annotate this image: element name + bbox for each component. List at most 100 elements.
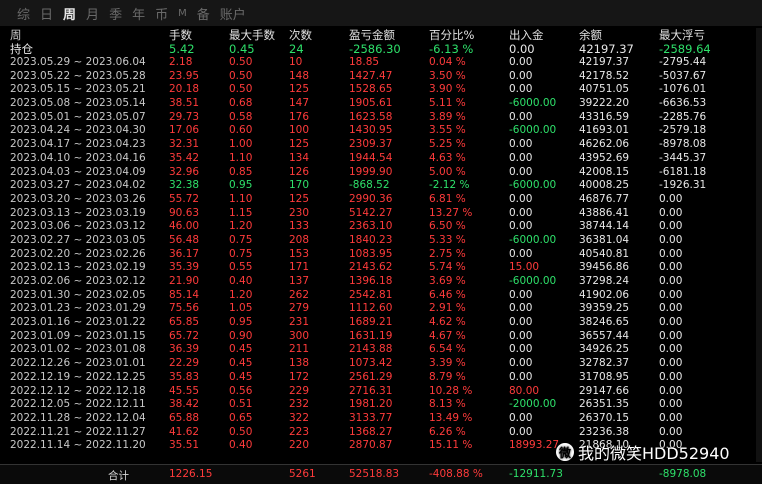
cell-count: 153 [289, 247, 310, 260]
cell-pnl: 1631.19 [349, 329, 393, 342]
cell-max-lots: 1.20 [229, 288, 253, 301]
tab-3[interactable]: 月 [86, 4, 99, 23]
table-row[interactable]: 2023.01.09 ~ 2023.01.15 65.72 0.90 300 1631.… [0, 330, 762, 344]
cell-pnl: 1981.20 [349, 398, 393, 411]
cell-max-lots: 0.95 [229, 179, 253, 192]
cell-percent: 4.67 % [429, 329, 466, 342]
header-lots[interactable]: 手数 [169, 28, 192, 42]
table-row[interactable]: 2023.04.24 ~ 2023.04.30 17.06 0.60 100 1430.… [0, 124, 762, 138]
total-count: 5261 [289, 468, 316, 480]
table-row[interactable]: 2023.04.17 ~ 2023.04.23 32.31 1.00 125 2309.… [0, 138, 762, 152]
cell-pnl: 2143.88 [349, 343, 393, 356]
cell-percent: 13.49 % [429, 411, 473, 424]
table-row[interactable]: 2023.03.06 ~ 2023.03.12 46.00 1.20 133 2363.… [0, 220, 762, 234]
cell-deposit-withdrawal: 0.00 [509, 329, 533, 342]
table-row[interactable]: 2023.01.23 ~ 2023.01.29 75.56 1.05 279 1112.… [0, 302, 762, 316]
header-pnl[interactable]: 盈亏金额 [349, 28, 395, 42]
cell-deposit-withdrawal: 0.00 [509, 69, 533, 82]
tab-8[interactable]: 备 [197, 4, 210, 23]
table-row[interactable]: 2023.04.03 ~ 2023.04.09 32.96 0.85 126 1999.… [0, 166, 762, 180]
table-row[interactable]: 2023.01.02 ~ 2023.01.08 36.39 0.45 211 2143.… [0, 343, 762, 357]
cell-max-floating-loss: -3445.37 [659, 151, 707, 164]
holding-pnl: -2586.30 [349, 42, 401, 56]
cell-percent: 2.91 % [429, 302, 466, 315]
cell-max-floating-loss: -1926.31 [659, 179, 707, 192]
cell-max-floating-loss: 0.00 [659, 275, 683, 287]
holding-count: 24 [289, 42, 304, 56]
cell-max-lots: 0.58 [229, 110, 253, 123]
cell-max-lots: 0.45 [229, 343, 253, 356]
cell-pnl: 1396.18 [349, 275, 393, 287]
cell-balance: 41693.01 [579, 124, 630, 137]
table-row[interactable]: 2023.03.27 ~ 2023.04.02 32.38 0.95 170 -868.… [0, 179, 762, 193]
cell-max-floating-loss: -8978.08 [659, 138, 707, 151]
table-row[interactable]: 2023.01.30 ~ 2023.02.05 85.14 1.20 262 2542.… [0, 289, 762, 303]
table-row[interactable]: 2023.05.08 ~ 2023.05.14 38.51 0.68 147 1905.… [0, 97, 762, 111]
table-row[interactable]: 2023.05.01 ~ 2023.05.07 29.73 0.58 176 1623.… [0, 111, 762, 125]
table-row[interactable]: 2023.03.13 ~ 2023.03.19 90.63 1.15 230 5142.… [0, 207, 762, 221]
cell-pnl: 1623.58 [349, 110, 393, 123]
header-deposit-withdrawal[interactable]: 出入金 [509, 28, 544, 42]
table-row[interactable]: 2023.02.06 ~ 2023.02.12 21.90 0.40 137 1396.… [0, 275, 762, 289]
holding-max-floating-loss: -2589.64 [659, 42, 711, 56]
cell-pnl: 2143.62 [349, 261, 393, 274]
tab-6[interactable]: 币 [155, 4, 168, 23]
cell-lots: 22.29 [169, 357, 200, 370]
table-row[interactable]: 2023.01.16 ~ 2023.01.22 65.85 0.95 231 1689.… [0, 316, 762, 330]
holding-row[interactable]: 持仓 5.42 0.45 24 -2586.30 -6.13 % 0.00 42… [0, 42, 762, 56]
table-row[interactable]: 2022.12.12 ~ 2022.12.18 45.55 0.56 229 2716.… [0, 385, 762, 399]
tab-7[interactable]: M [178, 8, 187, 19]
table-row[interactable]: 2022.12.05 ~ 2022.12.11 38.42 0.51 232 1981.… [0, 398, 762, 412]
tab-1[interactable]: 日 [40, 4, 53, 23]
header-max-lots[interactable]: 最大手数 [229, 28, 275, 42]
header-week[interactable]: 周 [10, 28, 22, 42]
header-percent[interactable]: 百分比% [429, 28, 474, 42]
tab-0[interactable]: 综 [17, 4, 30, 23]
cell-lots: 2.18 [169, 56, 193, 68]
table-row[interactable]: 2023.02.20 ~ 2023.02.26 36.17 0.75 153 1083.… [0, 248, 762, 262]
cell-max-floating-loss: 0.00 [659, 411, 683, 424]
cell-percent: 8.13 % [429, 398, 466, 411]
table-row[interactable]: 2022.12.19 ~ 2022.12.25 35.83 0.45 172 2561.… [0, 371, 762, 385]
table-row[interactable]: 2022.11.21 ~ 2022.11.27 41.62 0.50 223 1368.… [0, 426, 762, 440]
cell-period: 2022.11.21 ~ 2022.11.27 [10, 425, 146, 438]
cell-count: 230 [289, 206, 310, 219]
cell-max-floating-loss: 0.00 [659, 220, 683, 233]
tab-9[interactable]: 账户 [220, 4, 246, 23]
cell-percent: 10.28 % [429, 384, 473, 397]
table-row[interactable]: 2023.04.10 ~ 2023.04.16 35.42 1.10 134 1944.… [0, 152, 762, 166]
cell-deposit-withdrawal: 0.00 [509, 425, 533, 438]
cell-max-floating-loss: 0.00 [659, 192, 683, 205]
cell-balance: 36557.44 [579, 329, 630, 342]
scrollbar[interactable] [756, 28, 762, 462]
table-row[interactable]: 2023.02.27 ~ 2023.03.05 56.48 0.75 208 1840.… [0, 234, 762, 248]
cell-count: 300 [289, 329, 310, 342]
cell-max-floating-loss: -5037.67 [659, 69, 707, 82]
table-row[interactable]: 2023.02.13 ~ 2023.02.19 35.39 0.55 171 2143.… [0, 261, 762, 275]
table-row[interactable]: 2023.05.29 ~ 2023.06.04 2.18 0.50 10 18.85 0.… [0, 56, 762, 70]
table-row[interactable]: 2022.11.28 ~ 2022.12.04 65.88 0.65 322 3133.… [0, 412, 762, 426]
total-lots: 1226.15 [169, 468, 213, 480]
table-row[interactable]: 2023.03.20 ~ 2023.03.26 55.72 1.10 125 2990.… [0, 193, 762, 207]
cell-max-floating-loss: 0.00 [659, 425, 683, 438]
cell-pnl: 1427.47 [349, 69, 393, 82]
cell-count: 125 [289, 138, 310, 151]
header-count[interactable]: 次数 [289, 28, 312, 42]
cell-max-lots: 0.95 [229, 316, 253, 329]
cell-max-lots: 0.40 [229, 439, 253, 452]
table-row[interactable]: 2022.12.26 ~ 2023.01.01 22.29 0.45 138 1073.… [0, 357, 762, 371]
tab-4[interactable]: 季 [109, 4, 122, 23]
cell-period: 2023.01.30 ~ 2023.02.05 [10, 288, 146, 301]
table-row[interactable]: 2023.05.22 ~ 2023.05.28 23.95 0.50 148 1427.… [0, 70, 762, 84]
table-row[interactable]: 2023.05.15 ~ 2023.05.21 20.18 0.50 125 1528.… [0, 83, 762, 97]
tab-2[interactable]: 周 [63, 4, 76, 23]
header-max-floating-loss[interactable]: 最大浮亏 [659, 28, 705, 42]
header-balance[interactable]: 余额 [579, 28, 602, 42]
cell-period: 2023.05.22 ~ 2023.05.28 [10, 69, 146, 82]
tab-5[interactable]: 年 [132, 4, 145, 23]
cell-pnl: 2870.87 [349, 439, 393, 452]
cell-balance: 42008.15 [579, 165, 630, 178]
cell-balance: 39222.20 [579, 97, 630, 110]
cell-lots: 21.90 [169, 275, 200, 287]
cell-max-lots: 0.40 [229, 275, 253, 287]
